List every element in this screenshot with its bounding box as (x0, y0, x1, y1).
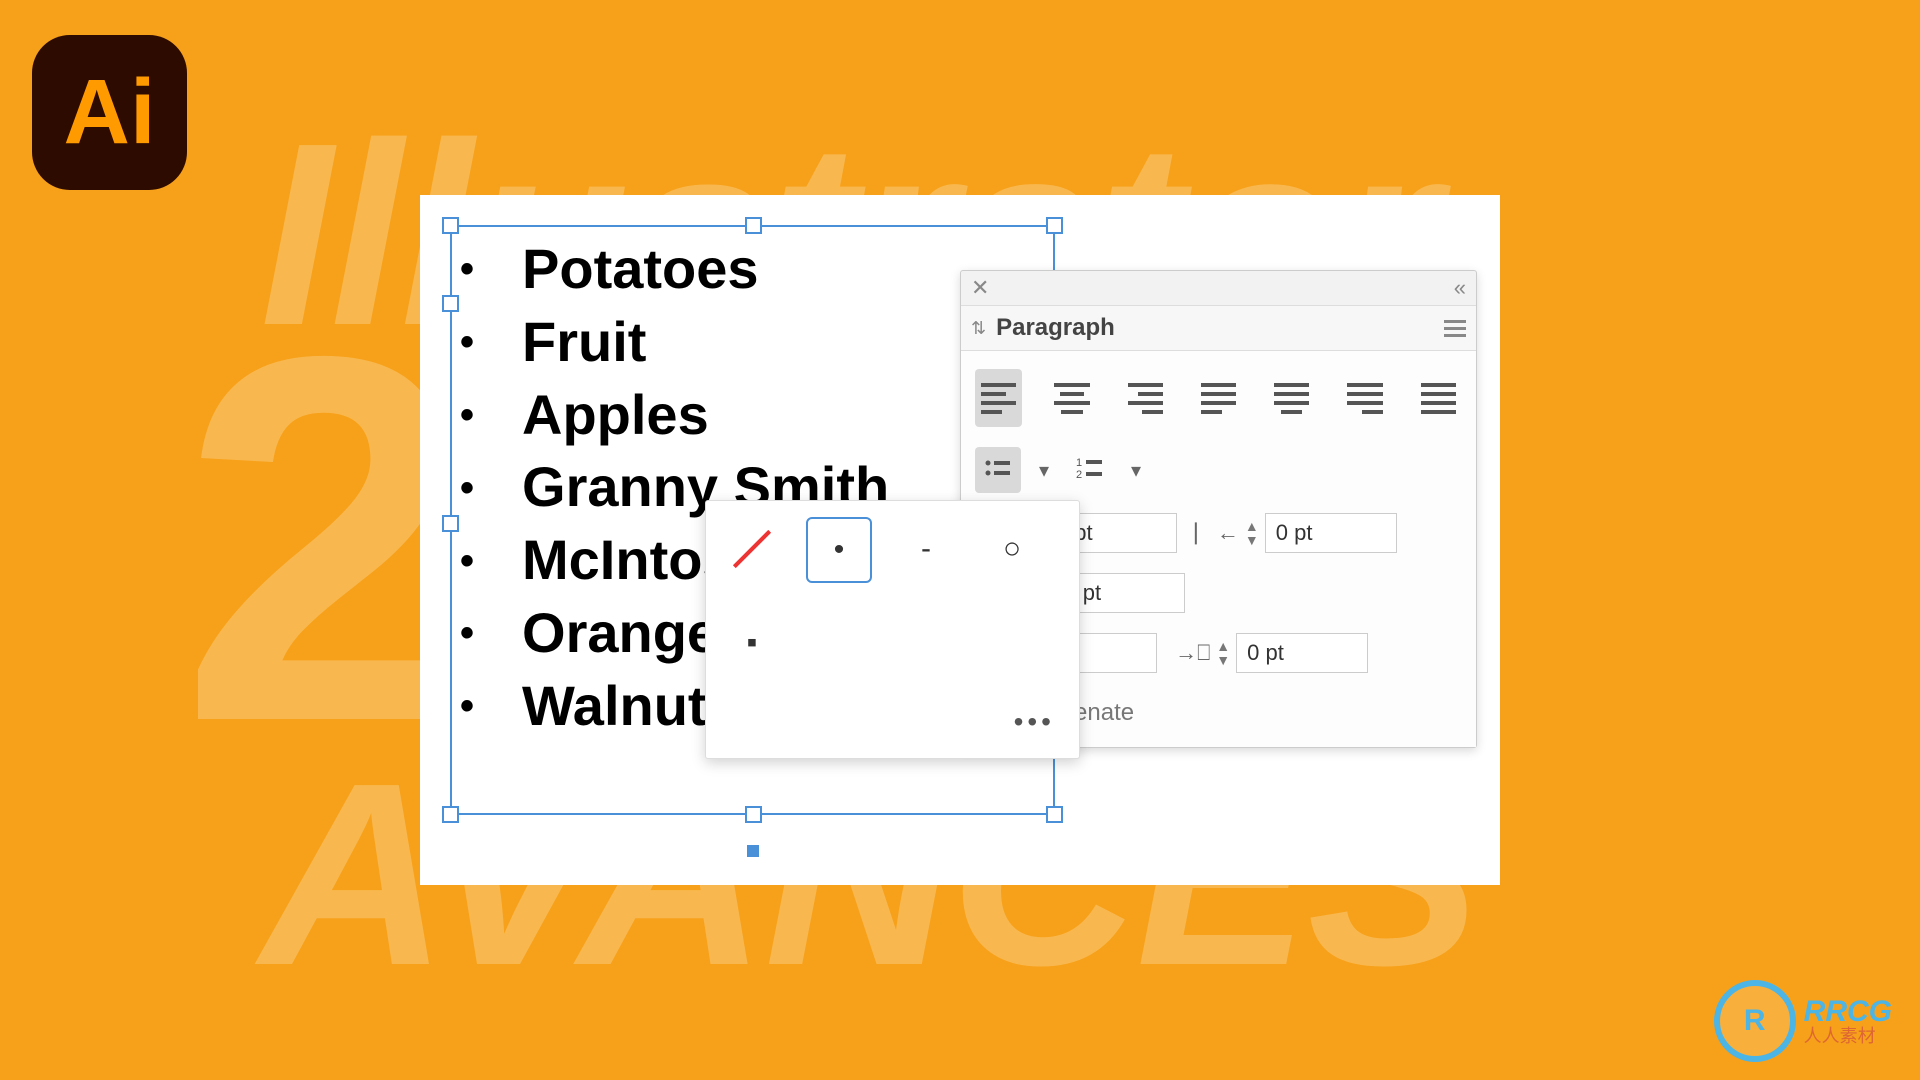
bullet-option-square[interactable]: ▪ (720, 611, 784, 675)
text-in-port[interactable] (442, 295, 459, 312)
cycle-icon[interactable]: ⇅ (971, 318, 986, 339)
list-item: • Apples (460, 379, 1045, 452)
resize-handle-top-right[interactable] (1046, 217, 1063, 234)
resize-handle-bottom-left[interactable] (442, 806, 459, 823)
watermark-text: RRCG 人人素材 (1804, 997, 1892, 1045)
right-indent-icon: ⎸← (1195, 520, 1239, 546)
bullet-option-dash[interactable]: - (894, 517, 958, 581)
more-options-icon[interactable]: ••• (1004, 702, 1065, 742)
space-after-icon: →⎕ (1175, 640, 1210, 666)
bullet-icon: • (460, 322, 474, 362)
list-item: • Potatoes (460, 233, 1045, 306)
list-item-label: Potatoes (522, 233, 759, 306)
watermark-badge-icon: R (1714, 980, 1796, 1062)
resize-handle-top-middle[interactable] (745, 217, 762, 234)
resize-handle-bottom-middle[interactable] (745, 806, 762, 823)
bullet-icon: • (460, 613, 474, 653)
panel-menu-icon[interactable] (1444, 320, 1466, 337)
list-type-row: ▾ 12 ▾ (975, 447, 1462, 493)
numbered-list-button[interactable]: 12 (1067, 447, 1113, 493)
bullet-icon: • (460, 395, 474, 435)
stepper-icon[interactable]: ▲▼ (1245, 519, 1259, 547)
justify-all-button[interactable] (1415, 369, 1462, 427)
svg-text:1: 1 (1076, 457, 1082, 469)
watermark-line2: 人人素材 (1804, 1027, 1892, 1045)
list-item: • Fruit (460, 306, 1045, 379)
illustrator-app-icon-label: Ai (64, 60, 156, 165)
watermark-line1: RRCG (1804, 997, 1892, 1027)
panel-tab[interactable]: ⇅ Paragraph (971, 314, 1115, 342)
list-item-label: Apples (522, 379, 709, 452)
justify-last-center-button[interactable] (1268, 369, 1315, 427)
bullet-icon: • (460, 541, 474, 581)
bullet-option-disc[interactable]: • (806, 517, 872, 583)
bullet-style-flyout[interactable]: • - ○ ▪ ••• (705, 500, 1080, 759)
bullet-icon: • (460, 686, 474, 726)
panel-tab-row: ⇅ Paragraph (961, 306, 1476, 351)
bullet-option-none[interactable] (720, 517, 784, 581)
space-after-value[interactable]: 0 pt (1236, 633, 1368, 673)
chevron-down-icon[interactable]: ▾ (1039, 458, 1049, 483)
panel-title: Paragraph (996, 314, 1115, 342)
panel-titlebar[interactable]: ✕ « (961, 271, 1476, 306)
close-icon[interactable]: ✕ (971, 275, 989, 301)
alignment-row (975, 369, 1462, 427)
resize-handle-bottom-right[interactable] (1046, 806, 1063, 823)
align-right-button[interactable] (1122, 369, 1169, 427)
stage: Illustrator 28 AVANCES Ai •Potatoes •Fru… (0, 0, 1920, 1080)
right-indent-field[interactable]: ⎸← ▲▼ 0 pt (1195, 513, 1397, 553)
chevron-down-icon[interactable]: ▾ (1131, 458, 1141, 483)
resize-handle-top-left[interactable] (442, 217, 459, 234)
align-center-button[interactable] (1048, 369, 1095, 427)
watermark: R RRCG 人人素材 (1714, 980, 1892, 1062)
bulleted-list-button[interactable] (975, 447, 1021, 493)
justify-last-left-button[interactable] (1195, 369, 1242, 427)
stepper-icon[interactable]: ▲▼ (1216, 639, 1230, 667)
bullet-icon: • (460, 468, 474, 508)
list-item-label: Fruit (522, 306, 646, 379)
flyout-row: ▪ (720, 611, 1065, 675)
illustrator-app-icon: Ai (32, 35, 187, 190)
bullet-option-circle[interactable]: ○ (980, 517, 1044, 581)
resize-handle-middle-left[interactable] (442, 515, 459, 532)
justify-last-right-button[interactable] (1341, 369, 1388, 427)
right-indent-value[interactable]: 0 pt (1265, 513, 1397, 553)
flyout-row: • - ○ (720, 517, 1065, 583)
bullet-icon: • (460, 249, 474, 289)
svg-text:2: 2 (1076, 469, 1082, 481)
selection-origin-indicator[interactable] (747, 845, 759, 857)
collapse-icon[interactable]: « (1454, 275, 1466, 301)
align-left-button[interactable] (975, 369, 1022, 427)
space-after-field[interactable]: →⎕ ▲▼ 0 pt (1175, 633, 1368, 673)
